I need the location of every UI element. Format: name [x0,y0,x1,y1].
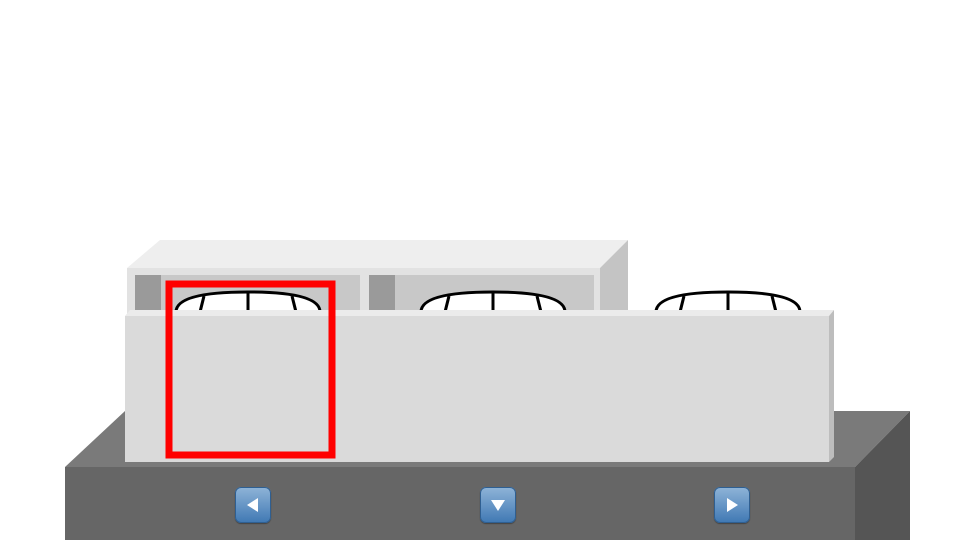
fan-bay-2-dark [369,275,395,315]
fan-3[interactable] [654,290,802,314]
fan-bay-1-dark [135,275,161,315]
fan-2[interactable] [419,290,567,314]
scene-canvas [65,240,910,540]
unit-front-face [125,316,829,462]
triangle-right-icon [727,498,738,512]
housing-top [127,240,628,268]
move-right-button[interactable] [714,487,750,523]
triangle-left-icon [247,498,258,512]
unit-front-top-edge [125,310,834,316]
game-scene [0,0,960,540]
unit-front-right-side [829,310,834,462]
triangle-down-icon [491,500,505,511]
move-down-button[interactable] [480,487,516,523]
move-left-button[interactable] [235,487,271,523]
fan-1[interactable] [174,290,322,314]
